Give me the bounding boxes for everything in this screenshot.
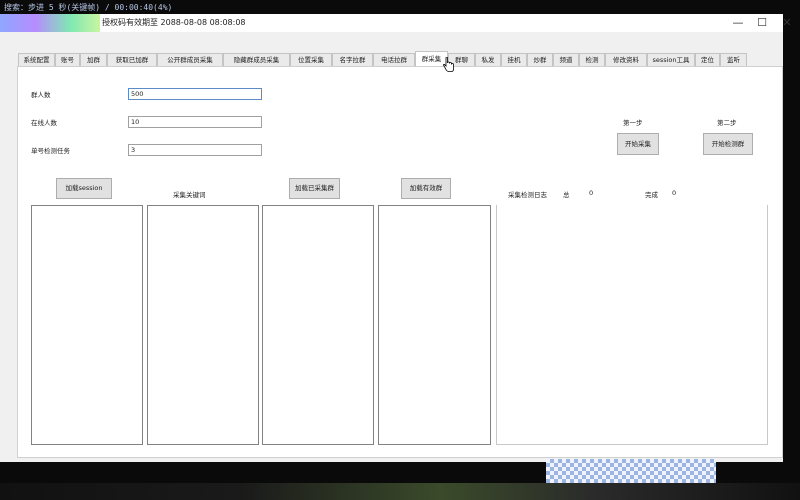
single-check-tasks-label: 单号检测任务 (31, 147, 70, 155)
tab-hidden-member-collect[interactable]: 隐藏群成员采集 (223, 53, 290, 67)
start-collect-button[interactable]: 开始采集 (617, 133, 659, 155)
done-value: 0 (672, 189, 677, 197)
single-check-tasks-input[interactable]: 3 (128, 144, 262, 156)
collect-keywords-label: 采集关键词 (173, 191, 206, 199)
tab-get-joined-groups[interactable]: 获取已加群 (107, 53, 157, 67)
video-seek-overlay: 搜索：步进 5 秒(关键帧) / 00:00:40(4%) (4, 3, 173, 12)
collect-log-box[interactable] (496, 205, 768, 445)
tab-join-group[interactable]: 加群 (80, 53, 107, 67)
tab-session-tools[interactable]: session工具 (647, 53, 695, 67)
step2-label: 第二步 (717, 119, 737, 127)
tab-phone-pull-group[interactable]: 电话拉群 (373, 53, 415, 67)
tab-system-config[interactable]: 系统配置 (18, 53, 55, 67)
tab-location-collect[interactable]: 位置采集 (290, 53, 332, 67)
online-count-input[interactable]: 10 (128, 116, 262, 128)
group-size-label: 群人数 (31, 91, 51, 99)
load-collected-groups-button[interactable]: 加载已采集群 (289, 178, 340, 199)
online-count-label: 在线人数 (31, 119, 57, 127)
tab-idle[interactable]: 挂机 (501, 53, 527, 67)
tab-edit-profile[interactable]: 修改资料 (605, 53, 647, 67)
load-valid-groups-button[interactable]: 加载有效群 (401, 178, 451, 199)
collect-log-label: 采集检测日志 (508, 191, 547, 199)
valid-groups-list[interactable] (378, 205, 491, 445)
group-size-input[interactable]: 500 (128, 88, 262, 100)
tab-channel[interactable]: 频道 (553, 53, 579, 67)
maximize-button[interactable]: ☐ (748, 14, 776, 32)
background-strip (0, 483, 800, 500)
collected-groups-list[interactable] (262, 205, 374, 445)
start-check-groups-button[interactable]: 开始检测群 (703, 133, 753, 155)
tab-check[interactable]: 检测 (579, 53, 605, 67)
tab-name-pull-group[interactable]: 名字拉群 (332, 53, 373, 67)
total-label: 总 (563, 191, 570, 199)
close-button[interactable]: ✕ (773, 14, 800, 32)
load-session-button[interactable]: 加载session (56, 178, 112, 199)
tab-monitor[interactable]: 监听 (720, 53, 747, 67)
session-list[interactable] (31, 205, 143, 445)
total-value: 0 (589, 189, 594, 197)
tab-locate[interactable]: 定位 (695, 53, 720, 67)
tab-public-member-collect[interactable]: 公开群成员采集 (157, 53, 223, 67)
window-title: 授权码有效期至 2088-08-08 08:08:08 (102, 18, 246, 27)
keywords-list[interactable] (147, 205, 259, 445)
title-bar: 授权码有效期至 2088-08-08 08:08:08 — ☐ ✕ (0, 14, 792, 32)
app-icon (0, 14, 100, 32)
tab-account[interactable]: 账号 (55, 53, 80, 67)
tab-private-send[interactable]: 私发 (475, 53, 501, 67)
step1-label: 第一步 (623, 119, 643, 127)
tab-hype-group[interactable]: 炒群 (527, 53, 553, 67)
done-label: 完成 (645, 191, 658, 199)
hand-pointer-icon (443, 57, 454, 72)
decorative-checker-pattern (546, 459, 716, 483)
